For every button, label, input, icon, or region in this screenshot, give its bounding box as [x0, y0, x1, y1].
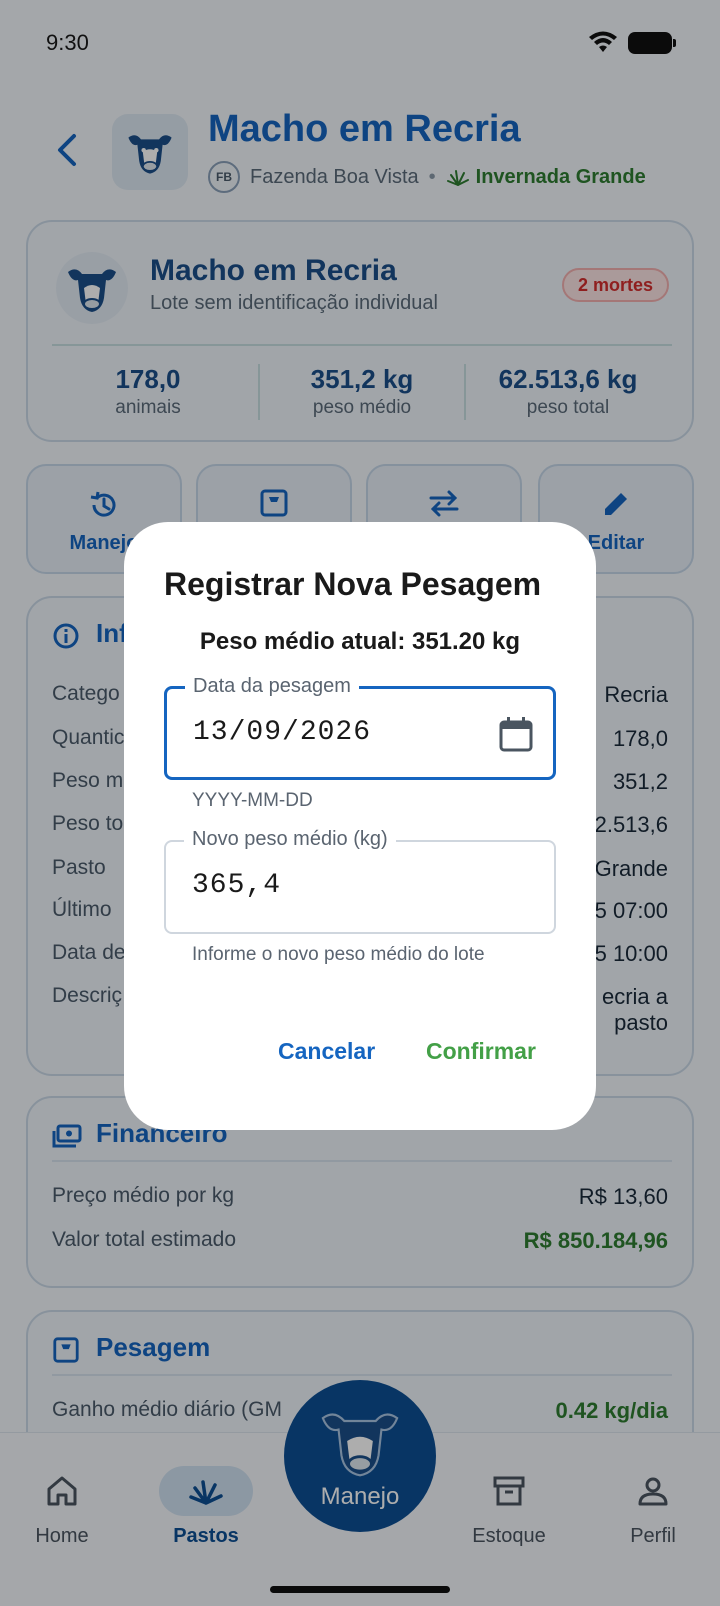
date-field[interactable]: Data da pesagem 13/09/2026: [164, 675, 556, 780]
date-field-value: 13/09/2026: [193, 717, 372, 748]
register-weighing-dialog: Registrar Nova Pesagem Peso médio atual:…: [124, 522, 596, 1130]
cancel-button[interactable]: Cancelar: [278, 1038, 375, 1065]
calendar-icon[interactable]: [497, 715, 535, 753]
date-field-label: Data da pesagem: [185, 675, 359, 698]
weight-input[interactable]: Novo peso médio (kg) 365,4: [164, 828, 556, 934]
dialog-title: Registrar Nova Pesagem: [164, 566, 542, 602]
weight-field-value: 365,4: [192, 870, 282, 901]
confirm-button[interactable]: Confirmar: [426, 1038, 536, 1065]
weight-field-label: Novo peso médio (kg): [184, 828, 396, 851]
current-weight-text: Peso médio atual: 351.20 kg: [199, 628, 521, 655]
weight-field-helper: Informe o novo peso médio do lote: [192, 944, 485, 965]
date-field-helper: YYYY-MM-DD: [192, 790, 313, 811]
